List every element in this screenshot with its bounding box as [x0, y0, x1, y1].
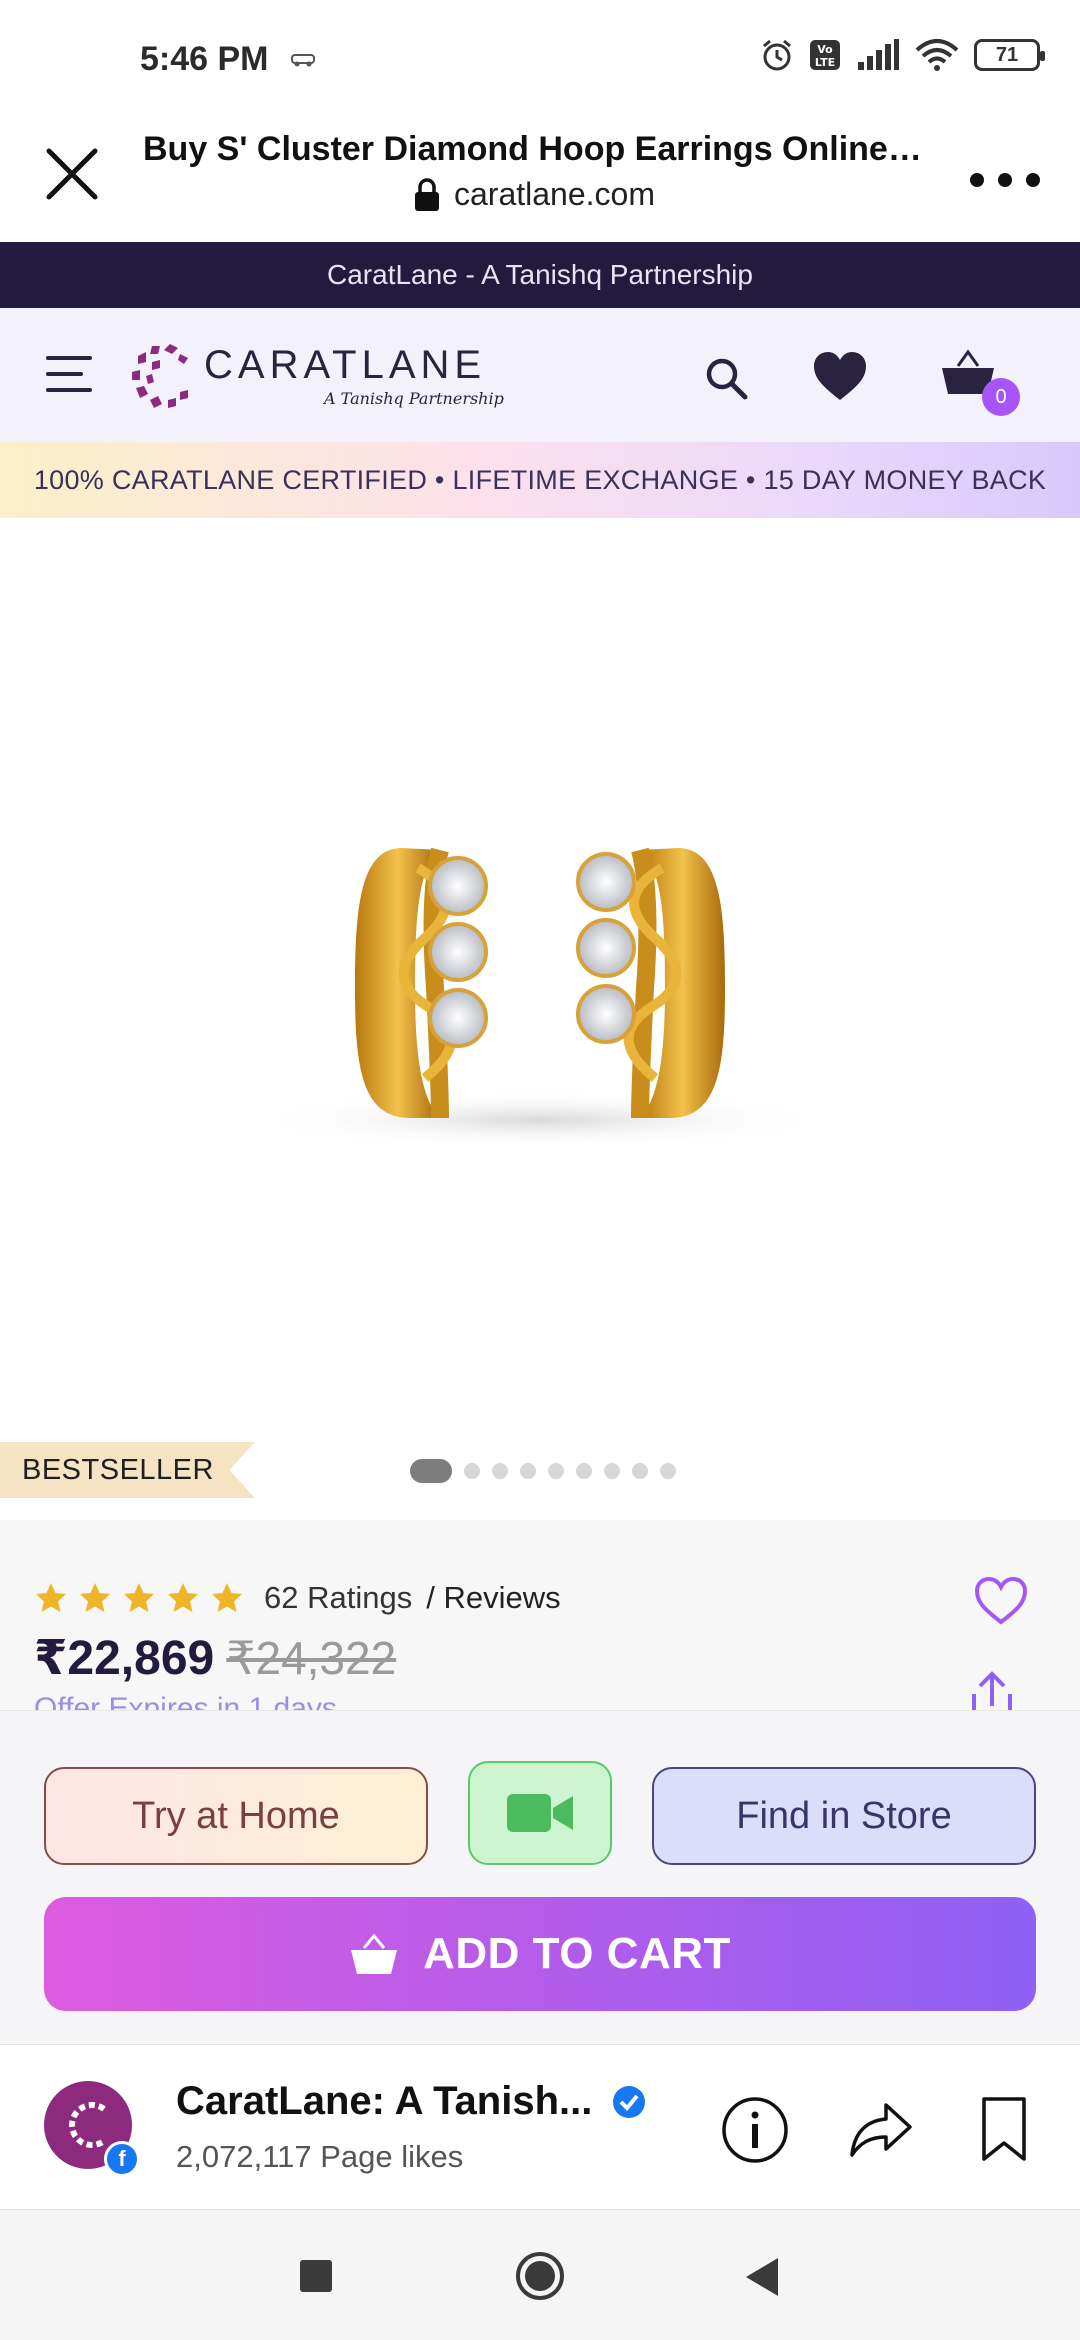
verified-icon [613, 2085, 646, 2118]
close-button[interactable] [40, 142, 104, 206]
search-icon [706, 358, 748, 400]
partnership-banner: CaratLane - A Tanishq Partnership [0, 242, 1080, 308]
carousel-dot[interactable] [576, 1463, 592, 1479]
alarm-icon [763, 39, 791, 71]
bestseller-badge: BESTSELLER [0, 1442, 255, 1498]
volte-icon: Vo LTE [810, 40, 840, 70]
star-icon [212, 1583, 242, 1612]
add-to-cart-button[interactable]: ADD TO CART [44, 1897, 1036, 2011]
offer-expiry: Offer Expires in 1 days [34, 1692, 337, 1710]
svg-text:LTE: LTE [815, 56, 835, 69]
rating-stars [34, 1581, 244, 1615]
share-page-button[interactable] [846, 2095, 916, 2165]
carousel-dot[interactable] [520, 1463, 536, 1479]
wishlist-button[interactable] [812, 350, 868, 404]
share-button[interactable] [964, 1670, 1020, 1710]
url-text: caratlane.com [454, 176, 655, 212]
share-arrow-icon [850, 2103, 912, 2157]
browser-header: Buy S' Cluster Diamond Hoop Earrings Onl… [0, 120, 1080, 242]
home-button[interactable] [514, 2250, 566, 2302]
page-title: Buy S' Cluster Diamond Hoop Earrings Onl… [143, 130, 923, 168]
original-price: ₹24,322 [226, 1632, 397, 1684]
star-icon [36, 1583, 66, 1612]
star-icon [124, 1583, 154, 1612]
close-icon [46, 148, 98, 200]
car-icon [291, 54, 315, 67]
system-navigation-bar [0, 2210, 1080, 2340]
product-info: 62 Ratings / Reviews ₹22,869 ₹24,322 Off… [0, 1520, 1080, 1710]
basket-icon [351, 1933, 398, 1974]
site-header: CARATLANE A Tanishq Partnership 0 [0, 308, 1080, 442]
carousel-dot[interactable] [410, 1459, 452, 1483]
add-to-wishlist-button[interactable] [974, 1576, 1028, 1626]
more-options-button[interactable] [970, 160, 1040, 200]
menu-button[interactable] [46, 356, 92, 392]
cart-count-badge: 0 [982, 378, 1020, 416]
page-name-row[interactable]: CaratLane: A Tanish... [176, 2079, 646, 2124]
heart-outline-icon [974, 1576, 1028, 1625]
ratings-count[interactable]: 62 Ratings [264, 1580, 412, 1616]
cart-button[interactable]: 0 [940, 348, 1020, 418]
add-to-cart-label: ADD TO CART [423, 1929, 731, 1978]
recent-apps-button[interactable] [300, 2260, 332, 2292]
carousel-dot[interactable] [464, 1463, 480, 1479]
caratlane-logo[interactable]: CARATLANE A Tanishq Partnership [130, 340, 504, 410]
status-bar: 5:46 PM Vo LTE 71 [0, 0, 1080, 120]
share-icon [972, 1671, 1012, 1710]
search-button[interactable] [702, 354, 752, 404]
earrings-product-image [250, 847, 830, 1148]
page-likes: 2,072,117 Page likes [176, 2139, 464, 2174]
logo-name: CARATLANE [204, 342, 487, 387]
action-panel: Try at Home Find in Store ADD TO CART [0, 1710, 1080, 2044]
find-in-store-button[interactable]: Find in Store [652, 1767, 1036, 1865]
facebook-badge-icon: f [104, 2141, 140, 2177]
product-image-carousel[interactable] [0, 518, 1080, 1516]
status-icons: Vo LTE 71 [760, 38, 1045, 72]
svg-text:Vo: Vo [817, 43, 833, 56]
bookmark-button[interactable] [974, 2095, 1034, 2165]
dot-icon [1026, 173, 1040, 187]
current-price: ₹22,869 [34, 1632, 215, 1685]
carousel-dots[interactable] [410, 1459, 676, 1483]
dot-icon [998, 173, 1012, 187]
rating-row[interactable]: 62 Ratings / Reviews [34, 1580, 561, 1616]
page-name: CaratLane: A Tanish... [176, 2079, 593, 2123]
dot-icon [970, 173, 984, 187]
signal-icon [858, 39, 899, 70]
carousel-dot[interactable] [632, 1463, 648, 1479]
url-bar[interactable]: caratlane.com [412, 176, 655, 213]
battery-icon: 71 [974, 39, 1045, 71]
back-button[interactable] [742, 2256, 782, 2298]
carousel-dot[interactable] [492, 1463, 508, 1479]
carousel-dot[interactable] [604, 1463, 620, 1479]
star-icon [80, 1583, 110, 1612]
lock-icon [415, 177, 439, 211]
try-at-home-button[interactable]: Try at Home [44, 1767, 428, 1865]
star-icon [168, 1583, 198, 1612]
bookmark-icon [982, 2097, 1026, 2161]
price-row: ₹22,869 ₹24,322 [34, 1630, 396, 1686]
heart-icon [814, 352, 866, 400]
certified-banner: 100% CARATLANE CERTIFIED • LIFETIME EXCH… [0, 442, 1080, 518]
carousel-dot[interactable] [660, 1463, 676, 1479]
facebook-page-bar: f CaratLane: A Tanish... 2,072,117 Page … [0, 2044, 1080, 2210]
page-info-button[interactable] [720, 2095, 790, 2165]
video-call-button[interactable] [468, 1761, 612, 1865]
carousel-dot[interactable] [548, 1463, 564, 1479]
info-icon [722, 2097, 788, 2163]
status-time: 5:46 PM [140, 40, 269, 78]
video-camera-icon [507, 1794, 573, 1832]
logo-subtitle: A Tanishq Partnership [324, 388, 504, 408]
reviews-link[interactable]: / Reviews [426, 1580, 560, 1616]
logo-mark-icon [132, 344, 188, 408]
wifi-icon [915, 39, 959, 71]
